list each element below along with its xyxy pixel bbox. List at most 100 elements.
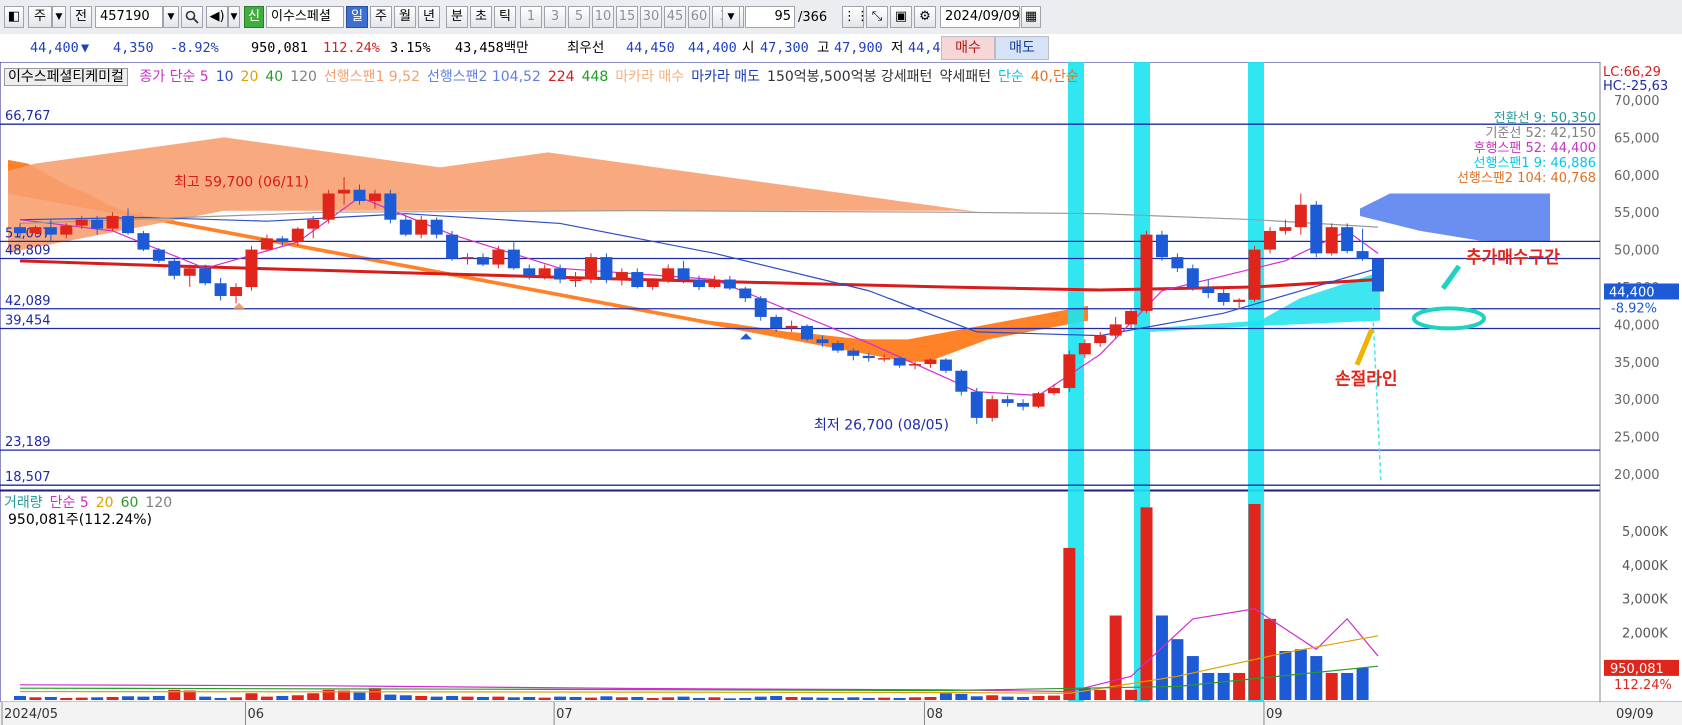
- candle-body[interactable]: [338, 189, 351, 194]
- candle-body[interactable]: [1047, 387, 1060, 394]
- volume-bar[interactable]: [430, 696, 443, 700]
- sound-icon[interactable]: ◀): [206, 6, 228, 28]
- volume-bar[interactable]: [1202, 672, 1215, 700]
- volume-bar[interactable]: [785, 696, 798, 700]
- volume-bar[interactable]: [862, 697, 875, 700]
- candle-body[interactable]: [152, 249, 165, 261]
- volume-bar[interactable]: [1310, 656, 1323, 700]
- candle-body[interactable]: [1263, 230, 1276, 250]
- period-button[interactable]: 년: [418, 6, 440, 28]
- candle-body[interactable]: [415, 219, 428, 235]
- period-button[interactable]: 초: [470, 6, 492, 28]
- period-button[interactable]: 분: [446, 6, 468, 28]
- candle-body[interactable]: [847, 350, 860, 356]
- candle-body[interactable]: [955, 370, 968, 392]
- volume-bar[interactable]: [230, 697, 243, 700]
- new-badge[interactable]: 신: [244, 6, 264, 28]
- volume-bar[interactable]: [492, 696, 505, 700]
- legend-item[interactable]: 선행스팬1 9,52: [324, 69, 420, 85]
- candle-body[interactable]: [1341, 227, 1354, 252]
- candle-body[interactable]: [60, 225, 73, 235]
- candle-body[interactable]: [816, 339, 829, 344]
- candle-body[interactable]: [1279, 227, 1292, 231]
- candle-body[interactable]: [307, 219, 320, 229]
- candle-body[interactable]: [29, 227, 42, 234]
- legend-item[interactable]: 40: [265, 69, 283, 85]
- interval-button[interactable]: 3: [544, 6, 566, 28]
- save-icon[interactable]: ▣: [890, 6, 912, 28]
- volume-bar[interactable]: [44, 696, 57, 700]
- volume-bar[interactable]: [569, 696, 582, 700]
- scope-select[interactable]: 전: [70, 6, 92, 28]
- stock-legend-name[interactable]: 이수스페셜티케미컬: [4, 68, 128, 86]
- candle-body[interactable]: [1171, 257, 1184, 269]
- candle-body[interactable]: [399, 219, 412, 235]
- volume-bar[interactable]: [739, 697, 752, 700]
- volume-bar[interactable]: [476, 696, 489, 700]
- volume-bar[interactable]: [754, 696, 767, 700]
- interval-button[interactable]: 15: [616, 6, 638, 28]
- candle-body[interactable]: [322, 193, 335, 220]
- volume-bar[interactable]: [708, 697, 721, 700]
- candle-body[interactable]: [615, 272, 628, 280]
- interval-dropdown-icon[interactable]: ▼: [722, 6, 740, 28]
- volume-bar[interactable]: [631, 696, 644, 700]
- candle-body[interactable]: [723, 279, 736, 289]
- volume-bar[interactable]: [1233, 672, 1246, 700]
- candle-body[interactable]: [476, 257, 489, 265]
- legend-item[interactable]: 224: [548, 69, 575, 85]
- candle-body[interactable]: [122, 215, 135, 234]
- volume-bar[interactable]: [939, 693, 952, 700]
- candle-body[interactable]: [214, 283, 227, 296]
- volume-bar[interactable]: [384, 694, 397, 700]
- volume-bar[interactable]: [353, 692, 366, 700]
- candle-body[interactable]: [14, 227, 26, 234]
- volume-bar[interactable]: [1186, 656, 1199, 700]
- candle-body[interactable]: [1248, 249, 1261, 300]
- volume-bar[interactable]: [368, 688, 381, 700]
- volume-bar[interactable]: [1125, 689, 1138, 700]
- volume-bar[interactable]: [893, 697, 906, 700]
- zoom-icon[interactable]: ⤡: [866, 6, 888, 28]
- volume-bar[interactable]: [199, 696, 212, 700]
- volume-bar[interactable]: [1171, 639, 1184, 700]
- candle-body[interactable]: [353, 189, 366, 201]
- candle-body[interactable]: [708, 279, 721, 287]
- candle-body[interactable]: [1294, 204, 1307, 228]
- candle-body[interactable]: [230, 287, 243, 296]
- buy-button[interactable]: 매수: [941, 36, 995, 60]
- candle-body[interactable]: [1310, 204, 1323, 254]
- candle-body[interactable]: [276, 238, 289, 243]
- candle-body[interactable]: [878, 358, 891, 360]
- candle-body[interactable]: [693, 279, 705, 287]
- candle-body[interactable]: [1094, 335, 1107, 344]
- candle-body[interactable]: [1109, 324, 1122, 336]
- volume-bar[interactable]: [662, 697, 675, 700]
- legend-item[interactable]: 150억봉,500억봉 강세패턴: [767, 69, 932, 85]
- volume-bar[interactable]: [878, 697, 891, 700]
- candle-body[interactable]: [44, 227, 57, 235]
- candle-body[interactable]: [939, 359, 952, 371]
- legend-item[interactable]: 448: [582, 69, 609, 85]
- volume-bar[interactable]: [1001, 696, 1014, 700]
- volume-bar[interactable]: [1325, 672, 1338, 700]
- candle-body[interactable]: [461, 257, 474, 259]
- candle-body[interactable]: [569, 279, 582, 282]
- volume-bar[interactable]: [538, 697, 551, 700]
- candle-body[interactable]: [1032, 393, 1045, 407]
- period-button[interactable]: 틱: [494, 6, 516, 28]
- interval-button[interactable]: 5: [568, 6, 590, 28]
- volume-bar[interactable]: [137, 696, 150, 700]
- candle-body[interactable]: [492, 249, 505, 265]
- interval-button[interactable]: 45: [664, 6, 686, 28]
- volume-bar[interactable]: [584, 697, 597, 700]
- volume-bar[interactable]: [924, 696, 937, 700]
- candle-body[interactable]: [554, 268, 567, 280]
- candle-body[interactable]: [1125, 310, 1138, 325]
- candle-body[interactable]: [862, 355, 875, 359]
- candle-body[interactable]: [538, 268, 551, 276]
- candle-body[interactable]: [1140, 234, 1153, 311]
- candle-body[interactable]: [1063, 354, 1076, 388]
- candle-body[interactable]: [507, 249, 520, 269]
- candle-body[interactable]: [754, 298, 767, 317]
